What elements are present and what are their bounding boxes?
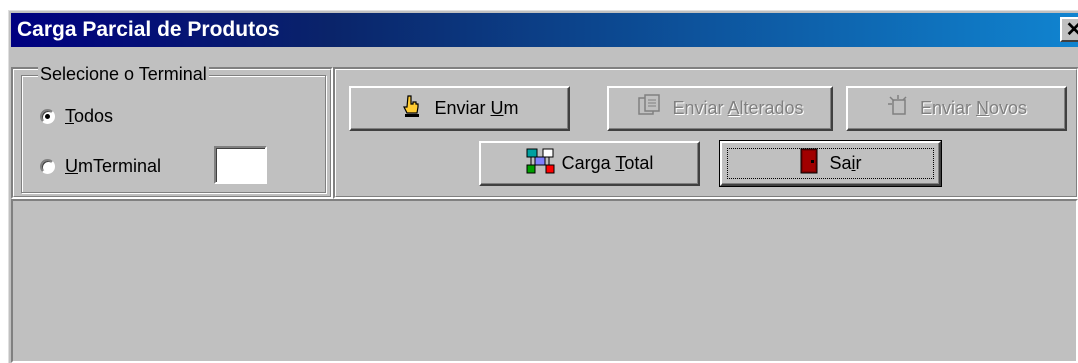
carga-total-accel: T	[615, 153, 625, 173]
results-area	[11, 199, 1078, 363]
close-icon: ✕	[1065, 18, 1078, 41]
radio-umterminal-text: mTerminal	[78, 156, 162, 176]
carga-total-button[interactable]: Carga Total	[479, 141, 700, 186]
enviar-alterados-button[interactable]: Enviar Alterados	[607, 86, 833, 131]
sair-text-post: r	[855, 153, 862, 173]
radio-todos-indicator[interactable]	[40, 109, 55, 124]
network-transfer-icon	[526, 148, 556, 179]
radio-umterminal-indicator[interactable]	[40, 159, 55, 174]
exit-door-icon	[799, 148, 819, 179]
enviar-alterados-text-post: lterados	[739, 98, 804, 118]
enviar-alterados-accel: A	[727, 98, 740, 118]
enviar-um-accel: U	[490, 98, 504, 118]
enviar-alterados-label: Enviar Alterados	[672, 98, 803, 119]
sair-label: Sair	[829, 153, 861, 174]
enviar-novos-text-pre: Enviar	[919, 98, 976, 118]
terminal-panel: Selecione o Terminal Todos UmTerminal	[11, 64, 333, 199]
hand-pointer-icon	[400, 94, 424, 123]
enviar-novos-text-post: ovos	[989, 98, 1028, 118]
radio-todos-text: odos	[74, 106, 114, 126]
new-items-icon	[886, 94, 910, 123]
radio-todos[interactable]: Todos	[40, 106, 113, 127]
enviar-um-text-post: m	[503, 98, 519, 118]
enviar-um-button[interactable]: Enviar Um	[349, 86, 570, 131]
sair-text-pre: Sa	[829, 153, 852, 173]
modified-documents-icon	[636, 94, 662, 123]
radio-todos-accel: T	[65, 106, 74, 126]
dialog-window: Carga Parcial de Produtos ✕ Selecione o …	[8, 10, 1078, 363]
enviar-um-text-pre: Enviar	[434, 98, 491, 118]
enviar-novos-label: Enviar Novos	[920, 98, 1027, 119]
carga-total-text-post: otal	[624, 153, 654, 173]
enviar-novos-button[interactable]: Enviar Novos	[846, 86, 1067, 131]
window-title: Carga Parcial de Produtos	[17, 18, 280, 41]
group-legend: Selecione o Terminal	[38, 64, 209, 85]
carga-total-text-pre: Carga	[561, 153, 616, 173]
carga-total-label: Carga Total	[562, 153, 654, 174]
terminal-groupbox: Selecione o Terminal Todos UmTerminal	[21, 64, 326, 193]
radio-umterminal-label: UmTerminal	[65, 156, 161, 177]
close-button[interactable]: ✕	[1060, 17, 1078, 42]
title-bar[interactable]: Carga Parcial de Produtos ✕	[11, 13, 1078, 47]
radio-umterminal-accel: U	[65, 156, 78, 176]
radio-umterminal[interactable]: UmTerminal	[40, 156, 161, 177]
actions-panel: Enviar Um Enviar Alterados Enviar Novos …	[333, 67, 1078, 199]
terminal-number-input[interactable]	[214, 146, 267, 184]
enviar-um-label: Enviar Um	[434, 98, 518, 119]
enviar-novos-accel: N	[976, 98, 989, 118]
radio-todos-label: Todos	[65, 106, 113, 127]
enviar-alterados-text-pre: Enviar	[672, 98, 728, 118]
sair-button[interactable]: Sair	[719, 140, 942, 187]
